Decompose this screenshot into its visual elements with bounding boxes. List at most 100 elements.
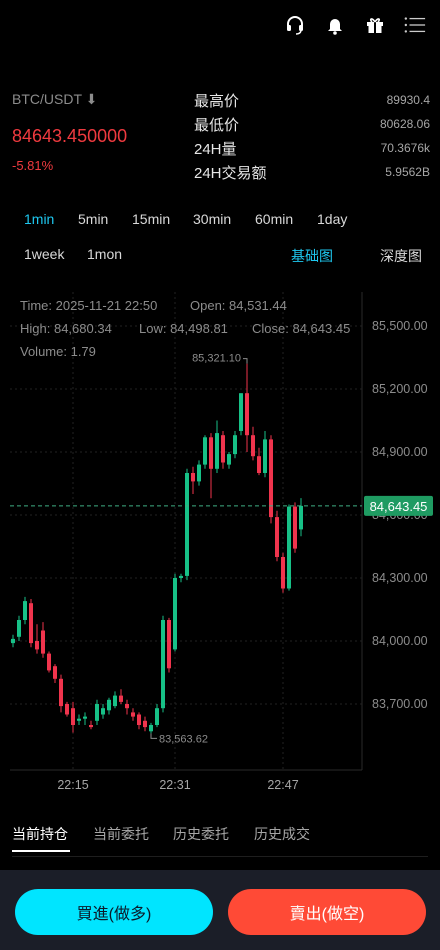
interval-1day[interactable]: 1day	[317, 211, 347, 227]
candle-body	[149, 725, 153, 732]
tab-order-history[interactable]: 历史委托	[173, 824, 229, 844]
info-low: Low: 84,498.81	[139, 321, 228, 336]
stat-high: 最高价 89930.4	[194, 88, 430, 112]
candle-body	[155, 708, 159, 725]
top-toolbar	[284, 14, 426, 36]
interval-1mon[interactable]: 1mon	[87, 246, 122, 262]
candle-body	[233, 435, 237, 455]
candle-body	[227, 454, 231, 465]
position-tabs: 当前持仓 当前委托 历史委托 历史成交	[12, 824, 428, 857]
interval-60min[interactable]: 60min	[255, 211, 293, 227]
tab-depth-chart[interactable]: 深度图	[380, 246, 422, 266]
x-tick-label: 22:47	[267, 778, 298, 792]
candle-body	[23, 601, 27, 620]
active-tab-underline	[12, 850, 70, 852]
last-price: 84643.450000	[12, 126, 128, 146]
candle-body	[47, 653, 51, 671]
candle-body	[71, 708, 75, 725]
candle-body	[257, 456, 261, 473]
candle-body	[191, 473, 195, 482]
y-tick-label: 85,200.00	[372, 382, 428, 396]
candle-body	[185, 473, 189, 576]
max-marker	[243, 358, 248, 364]
candle-body	[131, 712, 135, 717]
buy-long-button[interactable]: 買進(做多)	[15, 889, 213, 935]
candle-body	[161, 620, 165, 709]
candle-body	[29, 603, 33, 644]
info-volume: Volume: 1.79	[20, 344, 96, 359]
x-tick-label: 22:15	[57, 778, 88, 792]
stat-value: 89930.4	[386, 93, 430, 107]
candle-body	[119, 695, 123, 702]
stat-label: 24H量	[194, 140, 237, 158]
candle-body	[221, 435, 225, 463]
candle-body	[125, 704, 129, 709]
candle-body	[53, 666, 57, 679]
candle-body	[293, 506, 297, 549]
candle-body	[275, 517, 279, 557]
interval-1week[interactable]: 1week	[24, 246, 64, 262]
candle-body	[41, 630, 45, 654]
info-high: High: 84,680.34	[20, 321, 112, 336]
current-price-label: 84,643.45	[370, 499, 428, 514]
candle-body	[95, 704, 99, 721]
stat-value: 70.3676k	[380, 141, 430, 155]
interval-1min[interactable]: 1min	[24, 211, 54, 227]
bell-icon[interactable]	[324, 14, 346, 36]
stat-label: 最高价	[194, 92, 240, 110]
stat-turnover: 24H交易额 5.9562B	[194, 160, 430, 184]
candle-body	[251, 435, 255, 457]
stat-label: 24H交易额	[194, 164, 267, 182]
action-bar: 買進(做多) 賣出(做空)	[0, 870, 440, 950]
candle-body	[65, 704, 69, 715]
stat-label: 最低价	[194, 116, 240, 134]
menu-icon[interactable]	[404, 14, 426, 36]
stat-low: 最低价 80628.06	[194, 112, 430, 136]
price-change-percent: -5.81%	[12, 158, 54, 173]
tab-current-positions[interactable]: 当前持仓	[12, 824, 68, 844]
candle-body	[77, 718, 81, 721]
x-tick-label: 22:31	[159, 778, 190, 792]
gift-icon[interactable]	[364, 14, 386, 36]
candle-body	[83, 716, 87, 719]
info-open: Open: 84,531.44	[190, 298, 287, 313]
candle-body	[173, 578, 177, 650]
min-price-label: 83,563.62	[159, 733, 208, 745]
candle-body	[101, 708, 105, 715]
candles	[11, 363, 303, 734]
candle-body	[113, 695, 117, 707]
sell-short-button[interactable]: 賣出(做空)	[228, 889, 426, 935]
max-price-label: 85,321.10	[192, 353, 241, 365]
stat-volume: 24H量 70.3676k	[194, 136, 430, 160]
y-tick-label: 84,900.00	[372, 445, 428, 459]
headset-icon[interactable]	[284, 14, 306, 36]
candle-body	[107, 699, 111, 711]
candle-body	[215, 433, 219, 469]
candle-body	[137, 714, 141, 725]
candlestick-chart[interactable]: 85,500.0085,200.0084,900.0084,600.0084,3…	[0, 288, 440, 798]
y-tick-label: 85,500.00	[372, 319, 428, 333]
candle-body	[59, 678, 63, 707]
candle-body	[239, 393, 243, 431]
tab-trade-history[interactable]: 历史成交	[254, 824, 310, 844]
interval-30min[interactable]: 30min	[193, 211, 231, 227]
y-tick-label: 84,000.00	[372, 634, 428, 648]
candle-body	[281, 557, 285, 589]
tab-current-orders[interactable]: 当前委托	[93, 824, 149, 844]
trading-pair-selector[interactable]: BTC/USDT ⬇	[12, 91, 97, 108]
candle-body	[179, 575, 183, 578]
tab-basic-chart[interactable]: 基础图	[291, 246, 333, 266]
candle-body	[203, 437, 207, 465]
candle-body	[197, 464, 201, 482]
candle-body	[11, 638, 15, 644]
y-tick-label: 84,300.00	[372, 571, 428, 585]
min-marker	[150, 733, 157, 739]
candle-body	[245, 393, 249, 436]
candle-body	[89, 725, 93, 728]
interval-15min[interactable]: 15min	[132, 211, 170, 227]
candle-body	[287, 506, 291, 589]
candle-body	[263, 439, 267, 473]
interval-5min[interactable]: 5min	[78, 211, 108, 227]
candle-body	[35, 641, 39, 650]
y-tick-label: 83,700.00	[372, 697, 428, 711]
